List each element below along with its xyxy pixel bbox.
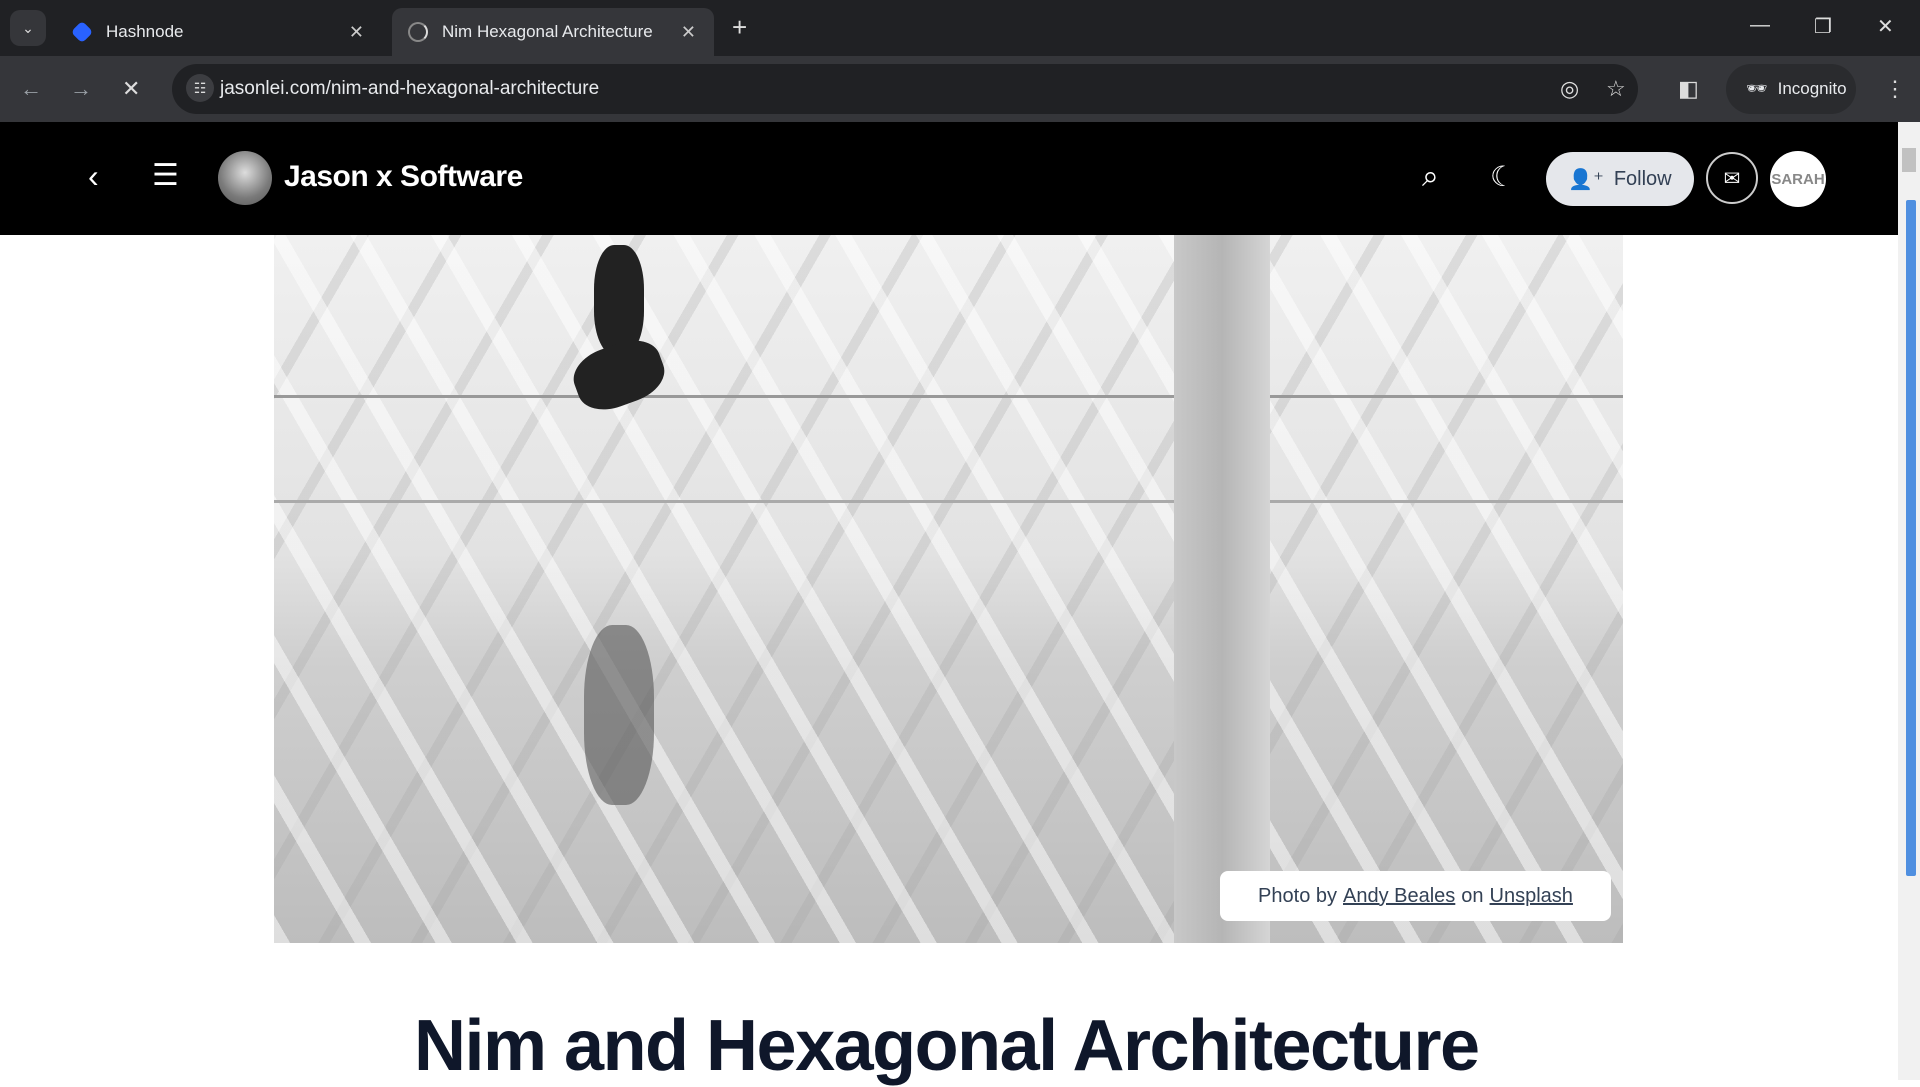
address-bar[interactable]: ☷ jasonlei.com/nim-and-hexagonal-archite… bbox=[172, 64, 1638, 114]
chevron-down-icon: ⌄ bbox=[22, 19, 34, 36]
glass-rail bbox=[274, 395, 1623, 398]
mail-plus-icon: ✉ bbox=[1723, 167, 1741, 190]
follow-label: Follow bbox=[1613, 167, 1672, 190]
stop-loading-button[interactable]: ✕ bbox=[122, 76, 140, 102]
user-avatar-text: SARAH bbox=[1771, 170, 1825, 188]
incognito-label: Incognito bbox=[1777, 79, 1847, 98]
tab-hashnode[interactable]: Hashnode ✕ bbox=[56, 8, 382, 56]
search-icon[interactable]: ⌕ bbox=[1422, 160, 1439, 194]
moon-dark-mode-icon[interactable]: ☾ bbox=[1490, 160, 1515, 193]
user-plus-icon: 👤⁺ bbox=[1568, 168, 1604, 191]
unsplash-link[interactable]: Unsplash bbox=[1490, 885, 1573, 908]
tab-title: Hashnode bbox=[106, 22, 184, 41]
newsletter-subscribe-button[interactable]: ✉ bbox=[1706, 152, 1758, 204]
incognito-icon: 🕶 bbox=[1746, 79, 1768, 98]
eye-off-icon[interactable]: ◎ bbox=[1560, 76, 1579, 102]
hexagon-ceiling-pattern bbox=[274, 235, 1623, 943]
runner-reflection bbox=[584, 625, 654, 805]
loading-spinner-icon bbox=[408, 22, 428, 42]
url-text[interactable]: jasonlei.com/nim-and-hexagonal-architect… bbox=[220, 78, 599, 100]
runner-figure bbox=[594, 245, 644, 355]
new-tab-button[interactable]: + bbox=[732, 12, 747, 43]
photographer-link[interactable]: Andy Beales bbox=[1343, 885, 1455, 908]
minimize-button[interactable]: — bbox=[1750, 14, 1770, 37]
blog-header: ‹ ☰ Jason x Software ⌕ ☾ 👤⁺ Follow ✉ SARA… bbox=[0, 122, 1898, 235]
site-settings-icon[interactable]: ☷ bbox=[186, 74, 214, 102]
close-tab-icon[interactable]: ✕ bbox=[349, 22, 364, 43]
restore-button[interactable]: ❐ bbox=[1814, 14, 1832, 39]
credit-prefix: Photo by bbox=[1258, 884, 1337, 907]
pillar bbox=[1174, 235, 1270, 943]
photo-credit: Photo by Andy Beales on Unsplash bbox=[1220, 871, 1611, 921]
user-avatar[interactable]: SARAH bbox=[1770, 151, 1826, 207]
author-avatar[interactable] bbox=[218, 151, 272, 205]
tab-bar: ⌄ Hashnode ✕ Nim Hexagonal Architecture … bbox=[0, 0, 1920, 56]
article-title: Nim and Hexagonal Architecture bbox=[414, 1006, 1480, 1086]
follow-button[interactable]: 👤⁺ Follow bbox=[1546, 152, 1694, 206]
back-chevron-icon[interactable]: ‹ bbox=[88, 158, 99, 195]
back-button[interactable]: ← bbox=[20, 76, 42, 102]
scrollbar-thumb[interactable] bbox=[1902, 148, 1916, 172]
incognito-indicator[interactable]: 🕶 Incognito bbox=[1726, 64, 1856, 114]
star-bookmark-icon[interactable]: ☆ bbox=[1606, 76, 1626, 102]
forward-button[interactable]: → bbox=[70, 76, 92, 102]
close-window-button[interactable]: ✕ bbox=[1877, 14, 1894, 39]
cover-image: Photo by Andy Beales on Unsplash bbox=[274, 235, 1623, 943]
credit-on: on bbox=[1461, 884, 1484, 907]
tab-search-button[interactable]: ⌄ bbox=[10, 10, 46, 46]
close-tab-icon[interactable]: ✕ bbox=[681, 22, 696, 43]
side-panel-icon[interactable]: ◧ bbox=[1678, 76, 1699, 102]
tab-title: Nim Hexagonal Architecture bbox=[442, 22, 653, 41]
menu-kebab-icon[interactable]: ⋮ bbox=[1884, 76, 1906, 102]
hashnode-favicon-icon bbox=[70, 20, 94, 44]
tab-nim-hexagonal[interactable]: Nim Hexagonal Architecture ✕ bbox=[392, 8, 714, 56]
glass-rail bbox=[274, 500, 1623, 503]
hamburger-menu-icon[interactable]: ☰ bbox=[152, 158, 179, 193]
blog-title[interactable]: Jason x Software bbox=[284, 160, 523, 194]
browser-toolbar: ← → ✕ ☷ jasonlei.com/nim-and-hexagonal-a… bbox=[0, 56, 1920, 122]
scroll-position-highlight bbox=[1906, 200, 1916, 876]
